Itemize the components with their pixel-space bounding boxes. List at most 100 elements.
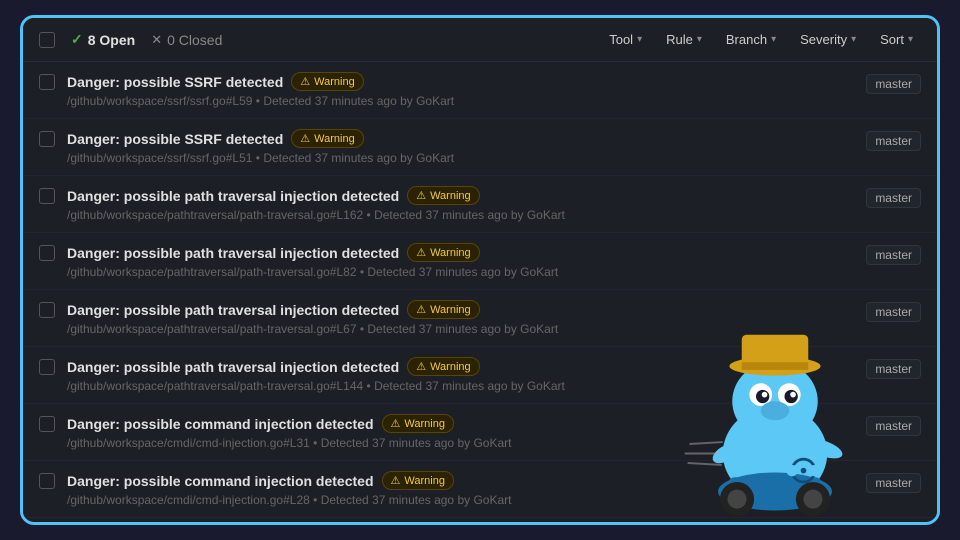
warning-badge: ⚠ Warning (407, 186, 479, 205)
closed-count-label: 0 Closed (167, 32, 222, 48)
branch-badge: master (866, 245, 921, 265)
warning-triangle-icon: ⚠ (416, 246, 426, 259)
severity-label: Warning (314, 133, 355, 145)
file-path: /github/workspace/cmdi/cmd-injection.go#… (67, 493, 310, 507)
warning-badge: ⚠ Warning (407, 357, 479, 376)
branch-badge: master (866, 473, 921, 493)
file-path: /github/workspace/cmdi/cmd-injection.go#… (67, 436, 310, 450)
row-content-5: Danger: possible path traversal injectio… (67, 357, 866, 393)
row-meta: /github/workspace/cmdi/cmd-injection.go#… (67, 493, 866, 507)
sort-label: Sort (880, 32, 904, 47)
branch-badge: master (866, 302, 921, 322)
open-count: ✓ 8 Open (71, 31, 135, 48)
row-meta: /github/workspace/pathtraversal/path-tra… (67, 379, 866, 393)
branch-label: Branch (726, 32, 767, 47)
warning-triangle-icon: ⚠ (391, 417, 401, 430)
detection-meta: Detected 37 minutes ago by GoKart (263, 151, 454, 165)
alert-title: Danger: possible path traversal injectio… (67, 359, 399, 375)
severity-filter-button[interactable]: Severity ▾ (792, 28, 864, 51)
check-icon: ✓ (71, 31, 83, 48)
alert-title: Danger: possible path traversal injectio… (67, 302, 399, 318)
row-content-2: Danger: possible path traversal injectio… (67, 186, 866, 222)
row-checkbox-2[interactable] (39, 188, 55, 204)
detection-meta: Detected 37 minutes ago by GoKart (263, 94, 454, 108)
row-meta: /github/workspace/cmdi/cmd-injection.go#… (67, 436, 866, 450)
alert-title: Danger: possible command injection detec… (67, 473, 374, 489)
file-path: /github/workspace/ssrf/ssrf.go#L51 (67, 151, 252, 165)
alert-title: Danger: possible path traversal injectio… (67, 188, 399, 204)
branch-chevron-icon: ▾ (771, 34, 776, 45)
table-row[interactable]: Danger: possible path traversal injectio… (23, 290, 937, 347)
warning-triangle-icon: ⚠ (300, 132, 310, 145)
row-title-line-6: Danger: possible command injection detec… (67, 414, 866, 433)
tool-label: Tool (609, 32, 633, 47)
row-checkbox-4[interactable] (39, 302, 55, 318)
file-path: /github/workspace/pathtraversal/path-tra… (67, 322, 357, 336)
row-checkbox-5[interactable] (39, 359, 55, 375)
table-row[interactable]: Danger: possible SSRF detected ⚠ Warning… (23, 119, 937, 176)
row-content-1: Danger: possible SSRF detected ⚠ Warning… (67, 129, 866, 165)
x-icon: ✕ (151, 32, 162, 48)
branch-badge: master (866, 74, 921, 94)
warning-badge: ⚠ Warning (291, 72, 363, 91)
row-content-0: Danger: possible SSRF detected ⚠ Warning… (67, 72, 866, 108)
row-title-line-2: Danger: possible path traversal injectio… (67, 186, 866, 205)
detection-meta: Detected 37 minutes ago by GoKart (367, 265, 558, 279)
alerts-list: Danger: possible SSRF detected ⚠ Warning… (23, 62, 937, 522)
warning-badge: ⚠ Warning (382, 414, 454, 433)
row-content-6: Danger: possible command injection detec… (67, 414, 866, 450)
severity-label: Warning (430, 304, 471, 316)
row-meta: /github/workspace/ssrf/ssrf.go#L59 • Det… (67, 94, 866, 108)
table-row[interactable]: Danger: possible command injection detec… (23, 461, 937, 518)
row-meta: /github/workspace/pathtraversal/path-tra… (67, 322, 866, 336)
row-title-line-1: Danger: possible SSRF detected ⚠ Warning (67, 129, 866, 148)
rule-chevron-icon: ▾ (697, 34, 702, 45)
warning-triangle-icon: ⚠ (391, 474, 401, 487)
row-title-line-7: Danger: possible command injection detec… (67, 471, 866, 490)
branch-badge: master (866, 416, 921, 436)
row-title-line-4: Danger: possible path traversal injectio… (67, 300, 866, 319)
tool-filter-button[interactable]: Tool ▾ (601, 28, 650, 51)
dot-separator: • (313, 436, 321, 450)
row-checkbox-0[interactable] (39, 74, 55, 90)
open-count-label: 8 Open (88, 32, 135, 48)
warning-triangle-icon: ⚠ (300, 75, 310, 88)
closed-count: ✕ 0 Closed (151, 32, 222, 48)
row-meta: /github/workspace/pathtraversal/path-tra… (67, 265, 866, 279)
warning-triangle-icon: ⚠ (416, 360, 426, 373)
table-row[interactable]: Danger: possible path traversal injectio… (23, 347, 937, 404)
severity-label: Severity (800, 32, 847, 47)
warning-triangle-icon: ⚠ (416, 303, 426, 316)
row-checkbox-1[interactable] (39, 131, 55, 147)
select-all-checkbox[interactable] (39, 32, 55, 48)
table-row[interactable]: Danger: possible command injection detec… (23, 404, 937, 461)
severity-label: Warning (404, 418, 445, 430)
branch-badge: master (866, 131, 921, 151)
alert-title: Danger: possible command injection detec… (67, 416, 374, 432)
main-frame: ✓ 8 Open ✕ 0 Closed Tool ▾ Rule ▾ Branch… (20, 15, 940, 525)
detection-meta: Detected 37 minutes ago by GoKart (374, 208, 565, 222)
row-meta: /github/workspace/ssrf/ssrf.go#L51 • Det… (67, 151, 866, 165)
row-content-4: Danger: possible path traversal injectio… (67, 300, 866, 336)
severity-label: Warning (430, 361, 471, 373)
severity-label: Warning (404, 475, 445, 487)
row-content-7: Danger: possible command injection detec… (67, 471, 866, 507)
table-row[interactable]: Danger: possible SSRF detected ⚠ Warning… (23, 62, 937, 119)
dot-separator: • (367, 379, 375, 393)
row-checkbox-3[interactable] (39, 245, 55, 261)
alert-title: Danger: possible SSRF detected (67, 131, 283, 147)
table-row[interactable]: Danger: possible path traversal injectio… (23, 176, 937, 233)
branch-filter-button[interactable]: Branch ▾ (718, 28, 784, 51)
severity-label: Warning (314, 76, 355, 88)
severity-label: Warning (430, 190, 471, 202)
tool-chevron-icon: ▾ (637, 34, 642, 45)
row-checkbox-6[interactable] (39, 416, 55, 432)
row-checkbox-7[interactable] (39, 473, 55, 489)
row-title-line-3: Danger: possible path traversal injectio… (67, 243, 866, 262)
sort-button[interactable]: Sort ▾ (872, 28, 921, 51)
rule-filter-button[interactable]: Rule ▾ (658, 28, 710, 51)
sort-chevron-icon: ▾ (908, 34, 913, 45)
detection-meta: Detected 37 minutes ago by GoKart (367, 322, 558, 336)
table-row[interactable]: Danger: possible path traversal injectio… (23, 233, 937, 290)
file-path: /github/workspace/pathtraversal/path-tra… (67, 265, 357, 279)
